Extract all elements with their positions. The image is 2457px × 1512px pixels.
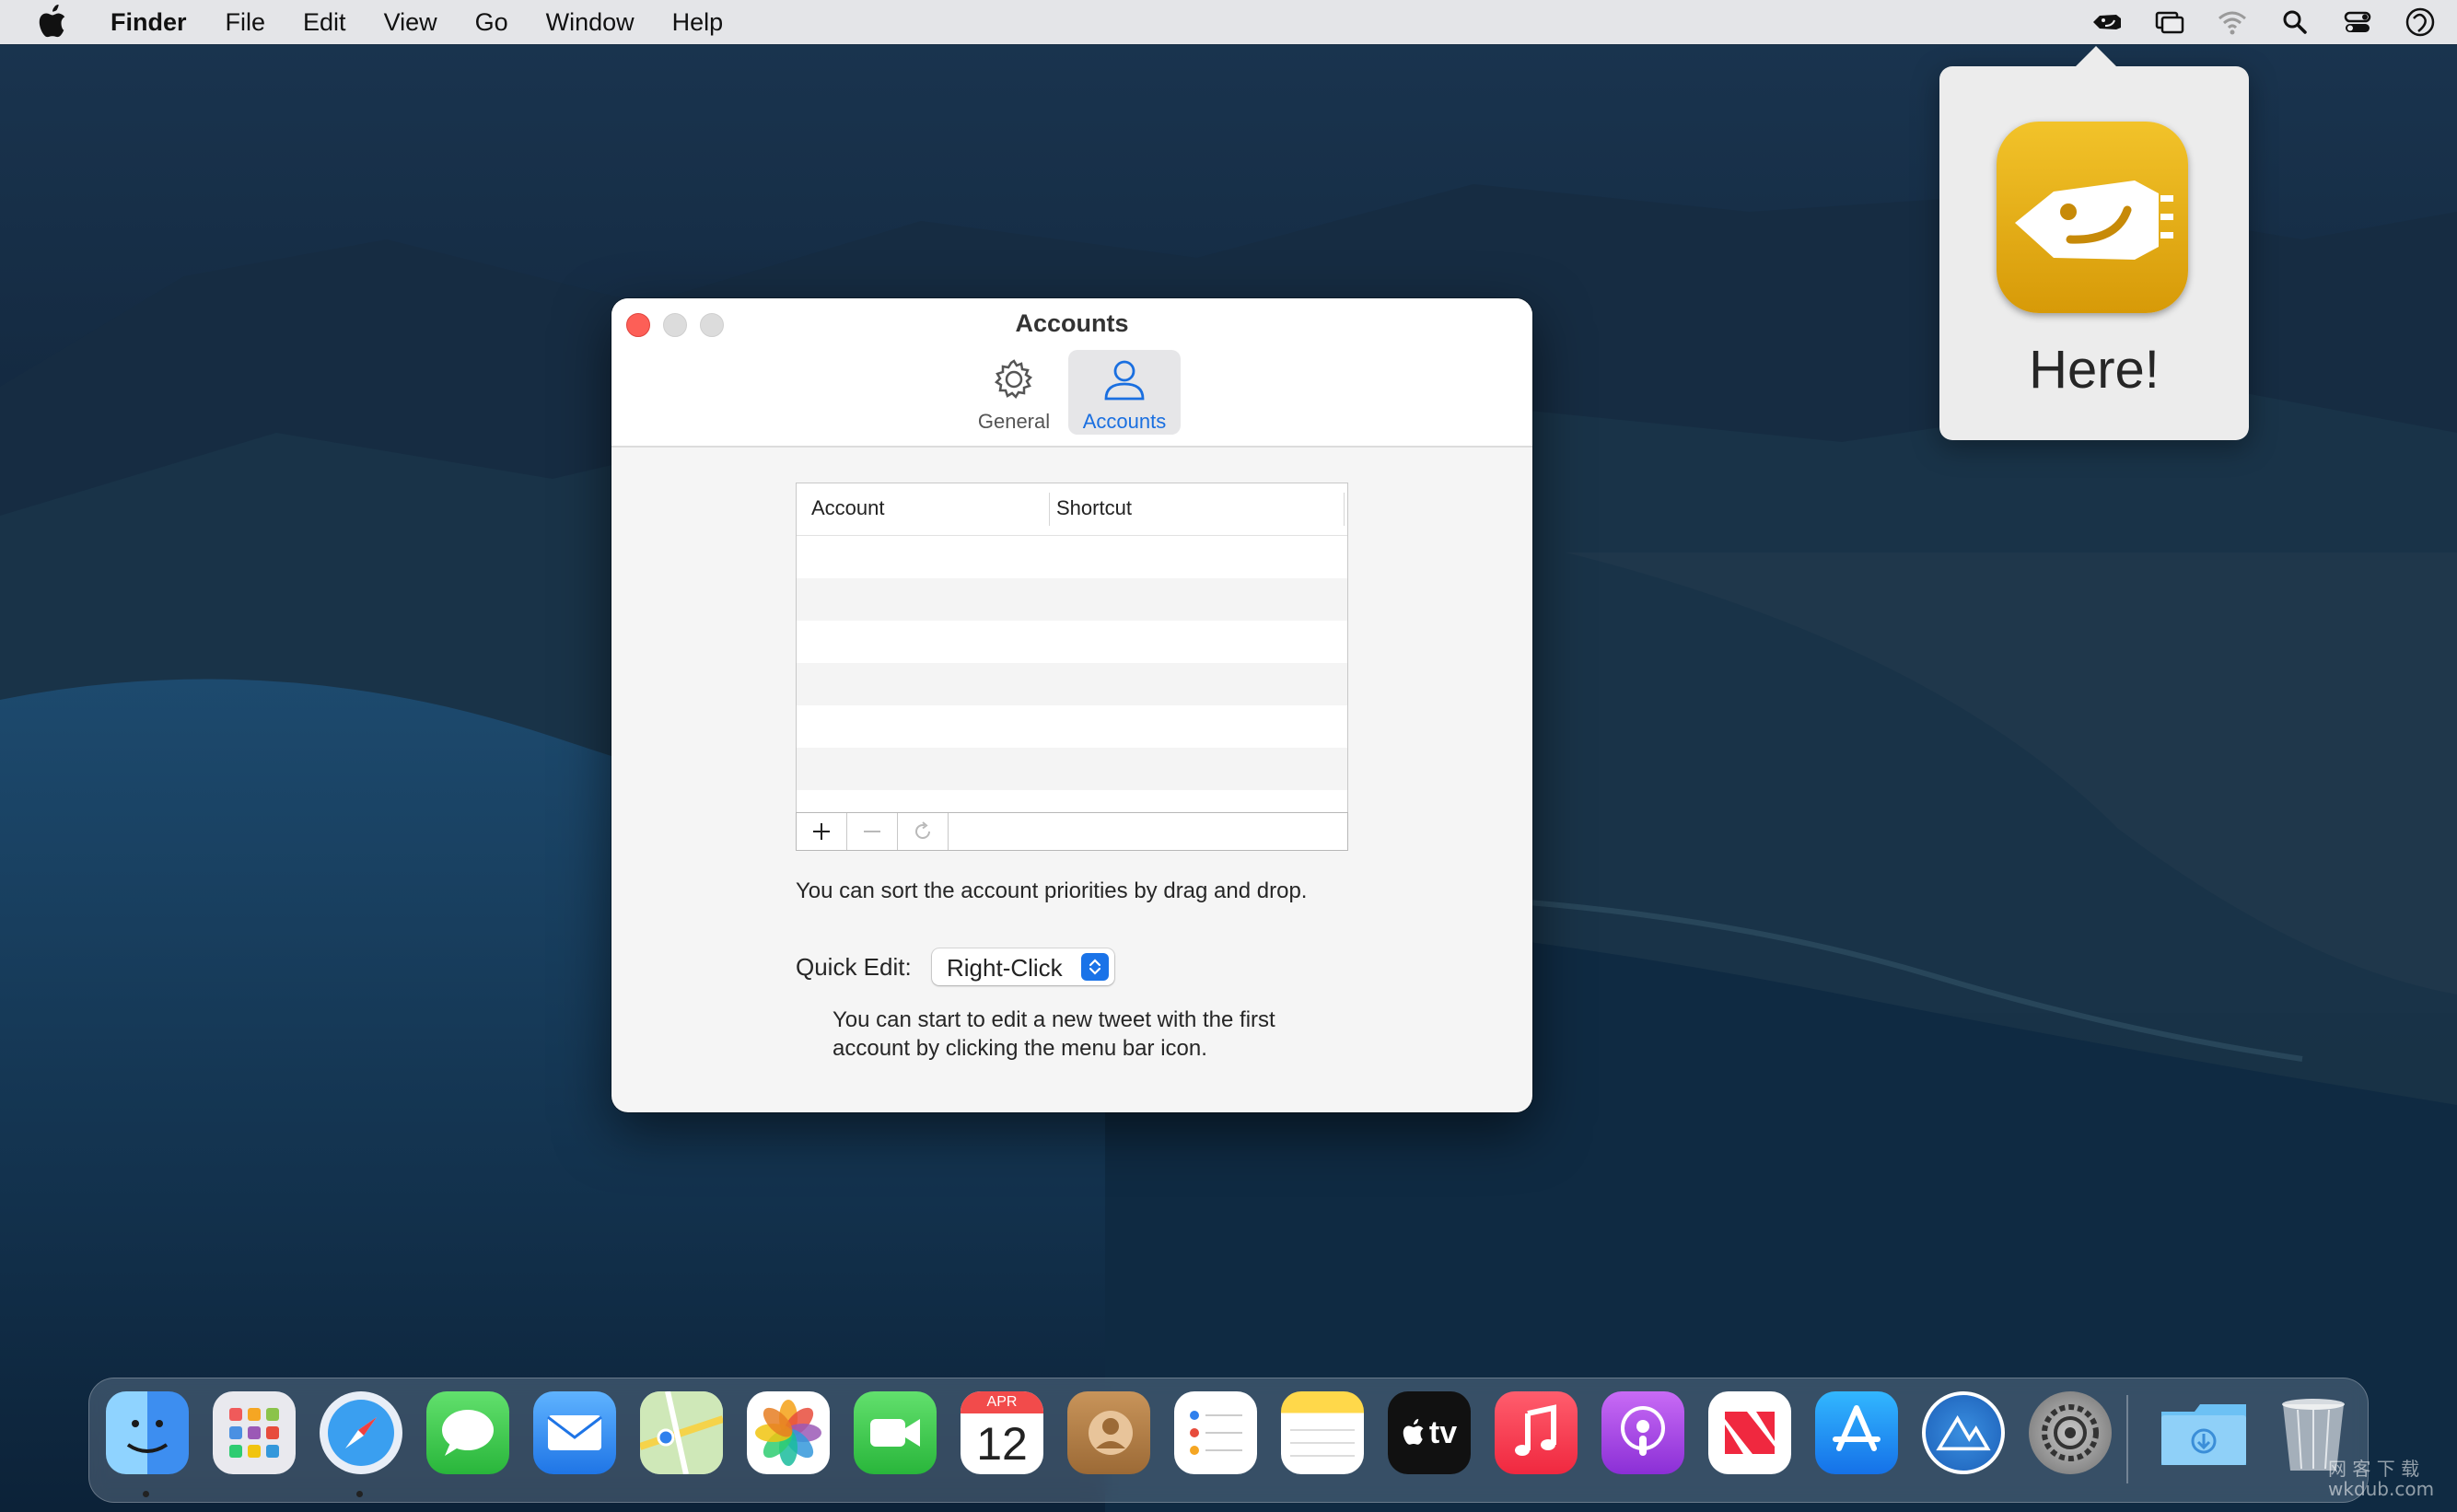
- refresh-icon: [915, 821, 930, 839]
- dock-reminders-icon[interactable]: [1174, 1391, 1257, 1474]
- menu-view[interactable]: View: [384, 0, 437, 44]
- menu-window[interactable]: Window: [546, 0, 635, 44]
- wifi-icon[interactable]: [2214, 4, 2251, 41]
- add-icon: [813, 823, 830, 840]
- dock-photos-icon[interactable]: [747, 1391, 830, 1474]
- refresh-account-button[interactable]: [898, 813, 949, 850]
- tab-general-label: General: [977, 410, 1051, 433]
- dock-maps-icon[interactable]: [640, 1391, 723, 1474]
- watermark: 网 客 下 载 wkdub.com: [2328, 1458, 2435, 1500]
- quick-edit-label: Quick Edit:: [796, 953, 912, 981]
- menu-help[interactable]: Help: [672, 0, 724, 44]
- dock-app-store-icon[interactable]: [1815, 1391, 1898, 1474]
- dock-calendar-icon[interactable]: APR 12: [961, 1391, 1043, 1474]
- dock-podcasts-icon[interactable]: [1601, 1391, 1684, 1474]
- table-row[interactable]: [797, 705, 1347, 748]
- control-center-icon[interactable]: [2339, 4, 2376, 41]
- sort-hint-text: You can sort the account priorities by d…: [796, 878, 1308, 903]
- quick-edit-hint-text: You can start to edit a new tweet with t…: [833, 1007, 1275, 1061]
- dock-mail-icon[interactable]: [533, 1391, 616, 1474]
- dock-contacts-icon[interactable]: [1067, 1391, 1150, 1474]
- column-header-account[interactable]: Account: [811, 496, 885, 520]
- column-divider: [1049, 493, 1050, 526]
- menu-app-finder[interactable]: Finder: [111, 0, 187, 44]
- dock-music-icon[interactable]: [1495, 1391, 1578, 1474]
- dock-downloads-icon[interactable]: [2158, 1391, 2250, 1474]
- menu-edit[interactable]: Edit: [303, 0, 346, 44]
- dock-news-icon[interactable]: [1708, 1391, 1791, 1474]
- gear-icon: [994, 359, 1033, 400]
- window-title: Accounts: [1015, 309, 1129, 337]
- tweet-app-icon: [1997, 122, 2188, 313]
- popover-text: Here!: [2029, 340, 2160, 400]
- dock-facetime-icon[interactable]: [854, 1391, 937, 1474]
- popover-arrow: [2076, 46, 2116, 66]
- dock-safari-icon[interactable]: [320, 1391, 402, 1474]
- running-indicator: [356, 1491, 363, 1497]
- dock-launchpad-icon[interactable]: [213, 1391, 296, 1474]
- remove-account-button[interactable]: [847, 813, 898, 850]
- person-icon: [1104, 360, 1145, 401]
- remove-icon: [864, 831, 880, 832]
- dock-notes-icon[interactable]: [1281, 1391, 1364, 1474]
- dock-tweet-app-icon[interactable]: [1922, 1391, 2005, 1474]
- tweet-app-menubar-icon[interactable]: [2089, 4, 2125, 41]
- table-actions-bar: [796, 812, 1348, 851]
- menu-go[interactable]: Go: [475, 0, 508, 44]
- tab-general[interactable]: General: [958, 350, 1070, 435]
- menu-bar: Finder File Edit View Go Window Help: [0, 0, 2457, 44]
- tab-accounts-label: Accounts: [1082, 410, 1167, 433]
- column-header-shortcut[interactable]: Shortcut: [1056, 496, 1132, 520]
- siri-icon[interactable]: [2402, 4, 2439, 41]
- table-row[interactable]: [797, 621, 1347, 663]
- dock-system-preferences-icon[interactable]: [2029, 1391, 2112, 1474]
- calendar-month: APR: [961, 1391, 1043, 1413]
- tab-accounts[interactable]: Accounts: [1068, 350, 1181, 435]
- dock: APR 12 tv: [88, 1378, 2369, 1503]
- dock-separator: [2126, 1395, 2128, 1483]
- table-row[interactable]: [797, 536, 1347, 578]
- table-row[interactable]: [797, 748, 1347, 790]
- dock-messages-icon[interactable]: [426, 1391, 509, 1474]
- menubar-popover: Here!: [1939, 46, 2249, 440]
- search-icon[interactable]: [2277, 4, 2313, 41]
- window-titlebar: Accounts General Accounts: [611, 298, 1532, 448]
- accounts-table[interactable]: Account Shortcut: [796, 483, 1348, 816]
- dock-finder-icon[interactable]: [106, 1391, 189, 1474]
- tv-label: tv: [1428, 1414, 1458, 1450]
- table-header: Account Shortcut: [797, 483, 1347, 536]
- add-account-button[interactable]: [797, 813, 847, 850]
- chevron-updown-icon: [1081, 953, 1109, 981]
- accounts-preferences-window: Accounts General Accounts Account Shortc…: [611, 298, 1532, 1112]
- table-row[interactable]: [797, 578, 1347, 621]
- screens-icon[interactable]: [2151, 4, 2188, 41]
- quick-edit-select[interactable]: Right-Click: [932, 948, 1114, 985]
- running-indicator: [143, 1491, 149, 1497]
- quick-edit-value: Right-Click: [947, 954, 1063, 982]
- table-row[interactable]: [797, 663, 1347, 705]
- apple-menu-icon[interactable]: [37, 5, 68, 40]
- menu-file[interactable]: File: [226, 0, 266, 44]
- calendar-day: 12: [976, 1418, 1028, 1470]
- dock-tv-icon[interactable]: tv: [1388, 1391, 1471, 1474]
- column-divider: [1344, 493, 1345, 526]
